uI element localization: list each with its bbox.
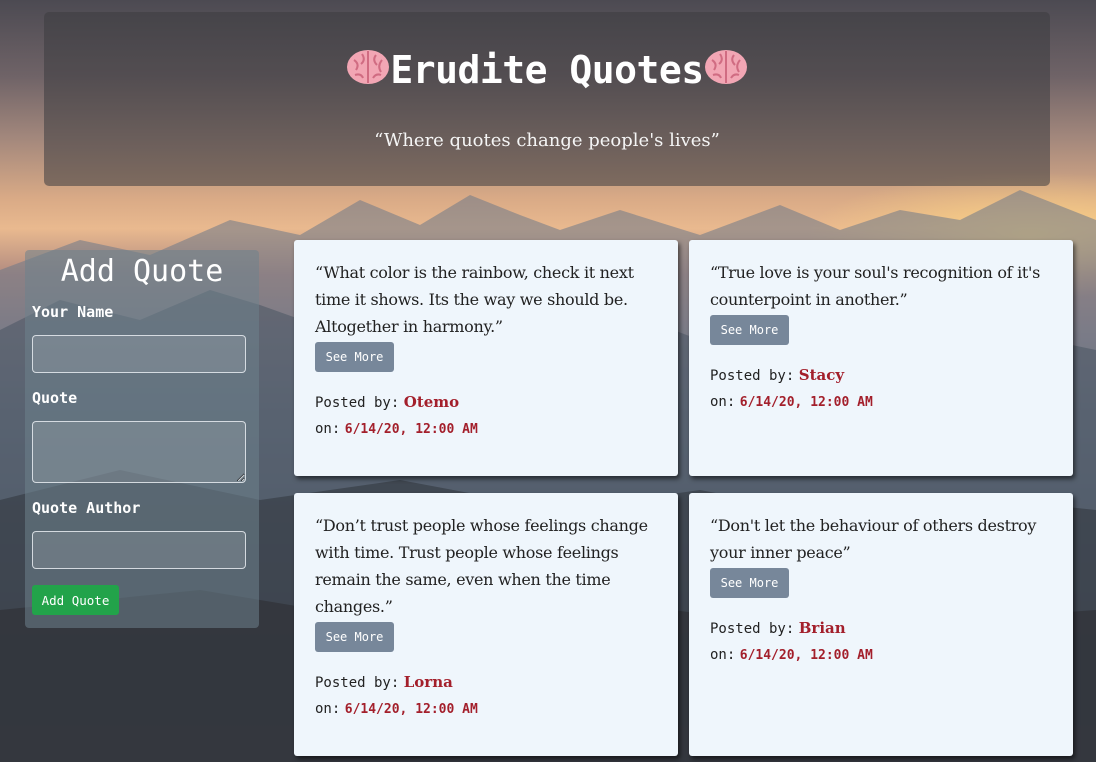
brain-icon — [347, 50, 390, 84]
poster-name: Stacy — [798, 366, 845, 384]
quote-card: “True love is your soul's recognition of… — [689, 240, 1073, 476]
post-date: 6/14/20, 12:00 AM — [344, 702, 478, 717]
quote-text: “Don’t trust people whose feelings chang… — [315, 516, 648, 616]
author-label: Quote Author — [32, 499, 141, 517]
quote-meta: Posted by: Lorna on: 6/14/20, 12:00 AM — [315, 669, 658, 723]
posted-by-label: Posted by: — [315, 675, 400, 691]
on-label: on: — [710, 647, 736, 663]
add-quote-form: Add Quote Your Name Quote Quote Author A… — [25, 250, 259, 628]
site-title: Erudite Quotes — [44, 48, 1050, 92]
on-label: on: — [315, 701, 341, 717]
name-input[interactable] — [32, 335, 246, 373]
on-label: on: — [315, 421, 341, 437]
site-tagline: “Where quotes change people's lives” — [374, 130, 720, 151]
quote-card: “Don't let the behaviour of others destr… — [689, 493, 1073, 756]
quote-meta: Posted by: Stacy on: 6/14/20, 12:00 AM — [710, 362, 1053, 416]
name-label: Your Name — [32, 303, 114, 321]
see-more-button[interactable]: See More — [710, 568, 789, 598]
quote-text: “What color is the rainbow, check it nex… — [315, 263, 634, 336]
quote-card: “Don’t trust people whose feelings chang… — [294, 493, 678, 756]
see-more-button[interactable]: See More — [315, 342, 394, 372]
site-header: Erudite Quotes “Where quotes change peop… — [44, 12, 1050, 186]
post-date: 6/14/20, 12:00 AM — [344, 422, 478, 437]
post-date: 6/14/20, 12:00 AM — [739, 395, 873, 410]
brain-icon — [704, 50, 747, 84]
posted-by-label: Posted by: — [710, 621, 795, 637]
poster-name: Lorna — [403, 673, 453, 691]
poster-name: Otemo — [403, 393, 460, 411]
author-input[interactable] — [32, 531, 246, 569]
quote-meta: Posted by: Otemo on: 6/14/20, 12:00 AM — [315, 389, 658, 443]
posted-by-label: Posted by: — [315, 395, 400, 411]
quote-text: “True love is your soul's recognition of… — [710, 263, 1041, 309]
poster-name: Brian — [798, 619, 846, 637]
site-title-text: Erudite Quotes — [390, 48, 704, 92]
on-label: on: — [710, 394, 736, 410]
add-quote-button[interactable]: Add Quote — [32, 585, 119, 615]
post-date: 6/14/20, 12:00 AM — [739, 648, 873, 663]
quote-card: “What color is the rainbow, check it nex… — [294, 240, 678, 476]
quote-text: “Don't let the behaviour of others destr… — [710, 516, 1037, 562]
form-title: Add Quote — [60, 254, 224, 289]
quote-label: Quote — [32, 389, 78, 407]
quote-textarea[interactable] — [32, 421, 246, 483]
see-more-button[interactable]: See More — [710, 315, 789, 345]
posted-by-label: Posted by: — [710, 368, 795, 384]
quote-meta: Posted by: Brian on: 6/14/20, 12:00 AM — [710, 615, 1053, 669]
see-more-button[interactable]: See More — [315, 622, 394, 652]
